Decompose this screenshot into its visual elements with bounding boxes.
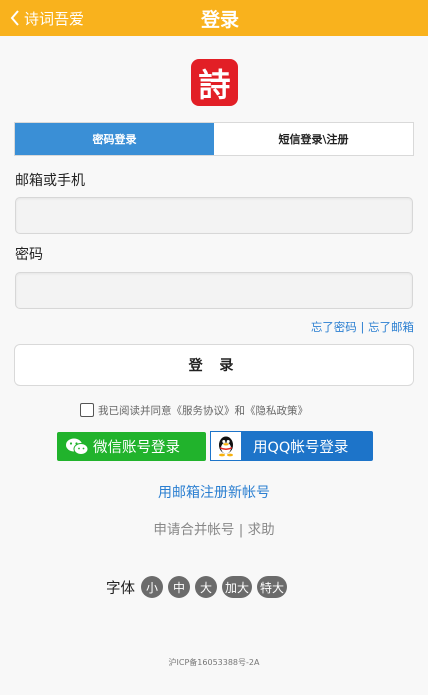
font-size-largest[interactable]: 特大 xyxy=(257,576,288,598)
font-size-label: 字体 xyxy=(106,580,135,597)
app-logo: 詩 xyxy=(191,59,238,106)
forgot-links: 忘了密码 | 忘了邮箱 xyxy=(311,319,414,335)
account-label: 邮箱或手机 xyxy=(15,173,85,189)
forgot-email-link[interactable]: 忘了邮箱 xyxy=(368,320,414,334)
login-tabs: 密码登录 短信登录\注册 xyxy=(14,122,414,156)
account-input[interactable] xyxy=(15,197,413,234)
agreement-prefix: 我已阅读并同意 xyxy=(98,404,172,417)
qq-login-label: 用QQ帐号登录 xyxy=(253,439,349,456)
wechat-icon xyxy=(66,438,89,455)
qq-penguin-icon xyxy=(219,436,233,457)
header-bar: 诗词吾爱 登录 xyxy=(0,0,428,36)
forgot-password-link[interactable]: 忘了密码 xyxy=(311,320,357,334)
login-button[interactable]: 登 录 xyxy=(14,344,414,386)
tab-sms-login[interactable]: 短信登录\注册 xyxy=(214,123,413,155)
agreement-checkbox[interactable] xyxy=(80,403,94,417)
font-size-large[interactable]: 大 xyxy=(195,576,217,598)
page-title: 登录 xyxy=(200,8,239,31)
password-input[interactable] xyxy=(15,272,413,309)
qq-icon-box xyxy=(210,431,242,461)
tab-password-login[interactable]: 密码登录 xyxy=(15,123,214,155)
merge-separator: | xyxy=(238,522,244,538)
agreement-row: 我已阅读并同意 《服务协议》 和 《隐私政策》 xyxy=(80,402,308,418)
password-label: 密码 xyxy=(15,247,43,263)
wechat-login-label: 微信账号登录 xyxy=(93,440,180,456)
font-size-medium[interactable]: 中 xyxy=(168,576,190,598)
font-size-selector: 字体 小 中 大 加大 特大 xyxy=(106,575,292,599)
font-size-small[interactable]: 小 xyxy=(141,576,163,598)
qq-login-button[interactable]: 用QQ帐号登录 xyxy=(210,431,373,461)
merge-help-row: 申请合并帐号 | 求助 xyxy=(0,518,428,538)
privacy-policy-link[interactable]: 《隐私政策》 xyxy=(245,403,308,418)
link-separator: | xyxy=(360,320,365,334)
icp-footer: 沪ICP备16053388号-2A xyxy=(168,658,260,667)
service-agreement-link[interactable]: 《服务协议》 xyxy=(172,403,235,418)
font-size-larger[interactable]: 加大 xyxy=(222,576,253,598)
help-link[interactable]: 求助 xyxy=(248,522,275,538)
merge-account-link[interactable]: 申请合并帐号 xyxy=(153,522,234,538)
register-email-link[interactable]: 用邮箱注册新帐号 xyxy=(0,482,428,502)
agreement-and: 和 xyxy=(234,404,246,417)
wechat-login-button[interactable]: 微信账号登录 xyxy=(57,432,206,461)
